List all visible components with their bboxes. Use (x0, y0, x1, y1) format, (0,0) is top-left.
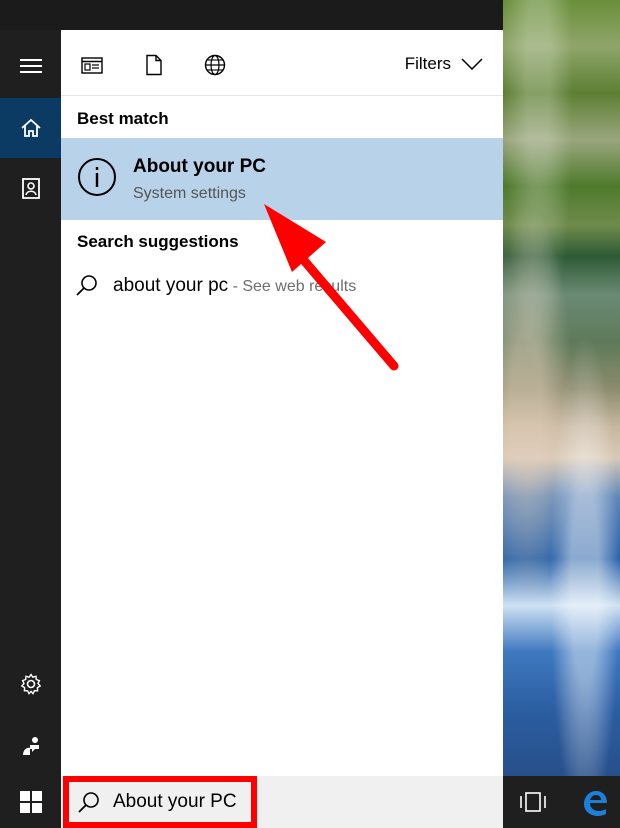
home-button[interactable] (0, 98, 61, 158)
notebook-icon (21, 178, 40, 199)
document-icon[interactable] (143, 54, 165, 76)
hamburger-icon (19, 59, 42, 73)
edge-browser-button[interactable] (578, 786, 612, 820)
notebook-button[interactable] (0, 159, 61, 219)
start-button[interactable] (0, 776, 61, 828)
desktop-wallpaper (503, 0, 620, 776)
best-match-heading: Best match (77, 109, 169, 128)
home-icon (20, 118, 41, 137)
start-rail (0, 30, 61, 776)
gear-icon (20, 673, 41, 695)
feedback-button[interactable] (0, 716, 61, 776)
search-suggestion-item[interactable]: about your pc - See web results (61, 270, 503, 304)
info-icon (78, 158, 116, 196)
best-match-title: About your PC (133, 156, 266, 177)
search-results-panel: Filters Best match About your PC System … (61, 30, 503, 776)
taskbar: About your PC (0, 776, 620, 828)
feedback-icon (22, 737, 39, 755)
menu-button[interactable] (0, 36, 61, 96)
task-view-button[interactable] (516, 788, 550, 816)
windows-logo-icon (19, 791, 42, 813)
filters-button[interactable]: Filters (405, 54, 483, 74)
search-toolbar: Filters (61, 30, 503, 96)
web-icon[interactable] (204, 54, 226, 76)
edge-icon (584, 791, 607, 816)
taskbar-search-box[interactable]: About your PC (61, 776, 503, 828)
suggestion-text: about your pc - See web results (113, 275, 356, 297)
chevron-down-icon (461, 58, 483, 70)
apps-icon[interactable] (81, 54, 103, 76)
search-suggestions-heading: Search suggestions (77, 232, 239, 251)
search-icon (78, 792, 99, 813)
search-input-value[interactable]: About your PC (113, 791, 237, 813)
search-icon (76, 275, 97, 296)
suggestion-web-hint: - See web results (228, 278, 357, 295)
filters-label: Filters (404, 54, 451, 73)
settings-button[interactable] (0, 654, 61, 714)
best-match-result[interactable]: About your PC System settings (61, 138, 503, 220)
task-view-icon (520, 792, 546, 812)
suggestion-query: about your pc (113, 275, 229, 296)
best-match-subtitle: System settings (133, 185, 246, 202)
